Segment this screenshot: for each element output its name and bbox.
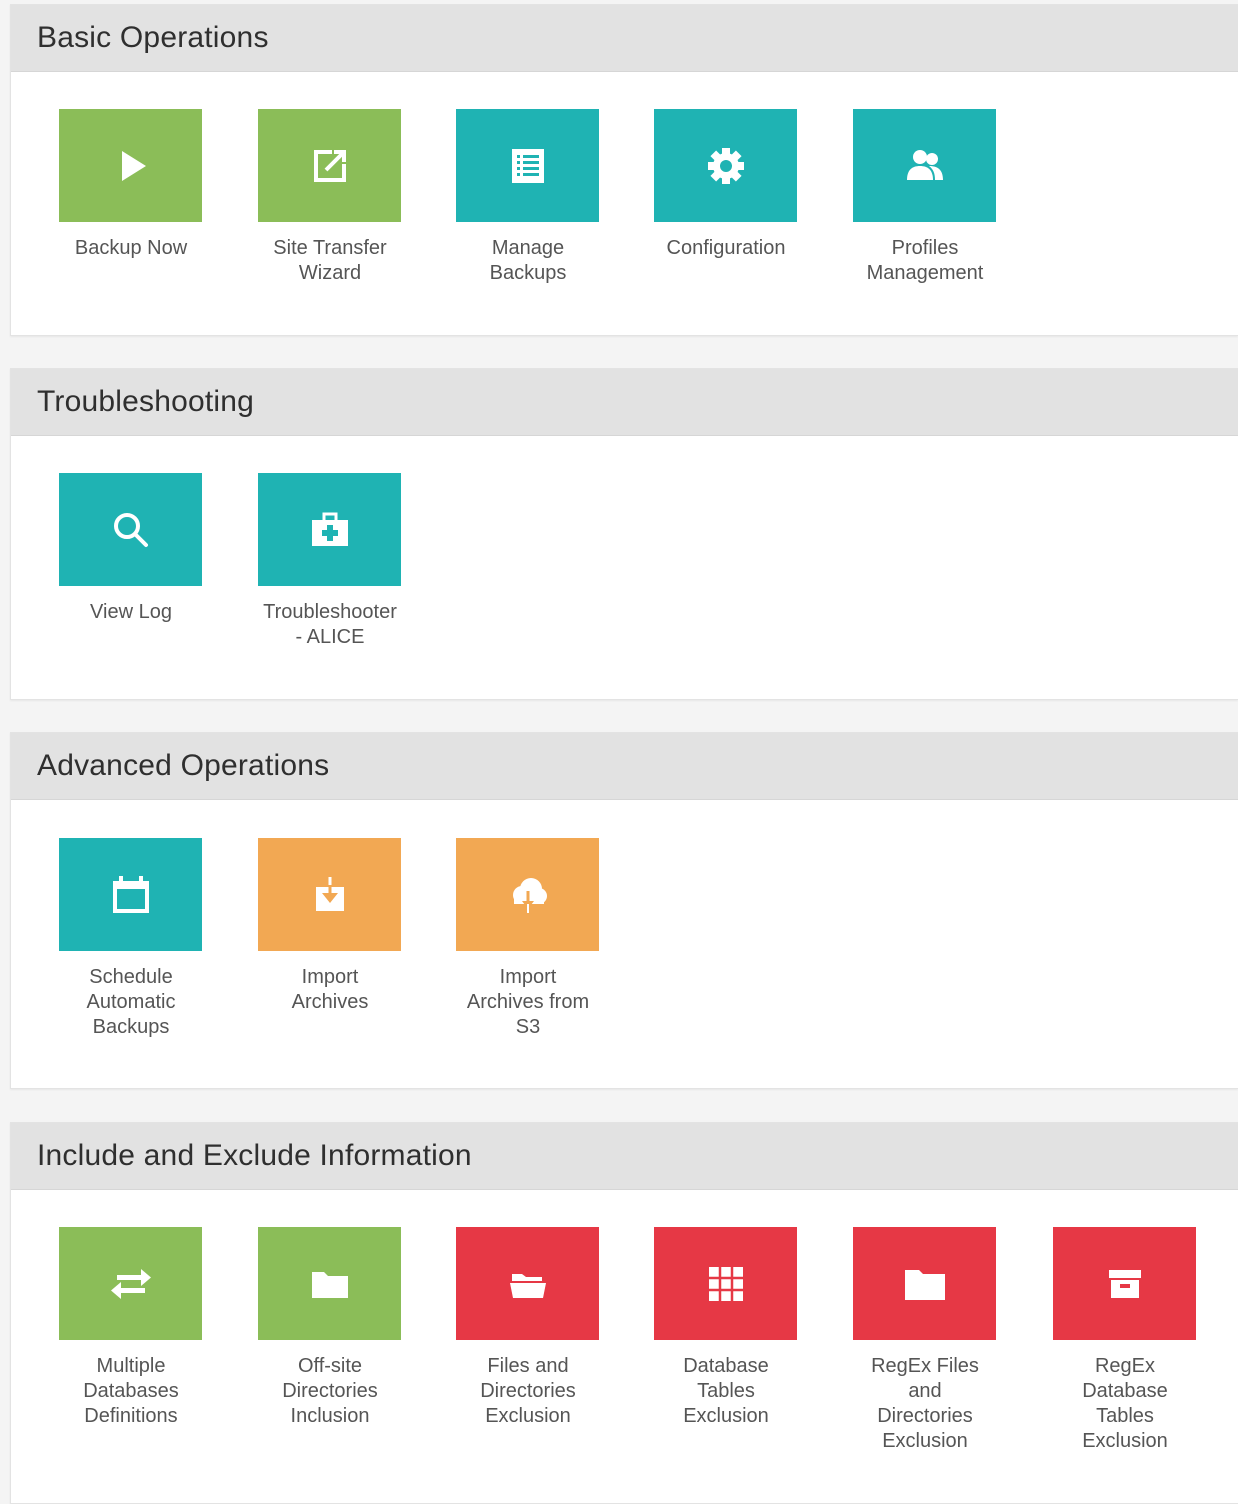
tile-icon-box — [456, 838, 599, 951]
schedule-automatic-backups-button[interactable]: Schedule Automatic Backups — [59, 838, 202, 1040]
section-title: Troubleshooting — [11, 369, 1238, 436]
archive-box-icon — [1108, 1269, 1141, 1298]
tile-icon-box — [258, 473, 401, 586]
regex-files-directories-exclusion-button[interactable]: RegEx Files and Directories Exclusion — [853, 1227, 996, 1454]
folder-open-icon — [509, 1273, 546, 1298]
tile-label: Site Transfer Wizard — [273, 237, 387, 284]
import-archives-from-s3-button[interactable]: Import Archives from S3 — [456, 838, 599, 1040]
troubleshooter-alice-button[interactable]: Troubleshooter - ALICE — [258, 473, 401, 650]
offsite-directories-inclusion-button[interactable]: Off-site Directories Inclusion — [258, 1227, 401, 1429]
tile-label: Import Archives from S3 — [466, 966, 590, 1038]
tile-label: Troubleshooter - ALICE — [263, 601, 397, 648]
section-title: Advanced Operations — [11, 733, 1238, 800]
view-log-button[interactable]: View Log — [59, 473, 202, 625]
play-icon — [121, 150, 146, 181]
tile-icon-box — [456, 1227, 599, 1340]
site-transfer-wizard-button[interactable]: Site Transfer Wizard — [258, 109, 401, 286]
section-advanced-operations: Advanced Operations Schedule Automatic B… — [10, 732, 1238, 1089]
transfer-arrows-icon — [110, 1268, 151, 1299]
list-icon — [511, 148, 544, 183]
tile-label: Import Archives — [291, 966, 369, 1013]
calendar-icon — [112, 875, 149, 913]
multiple-databases-definitions-button[interactable]: Multiple Databases Definitions — [59, 1227, 202, 1429]
tile-icon-box — [59, 1227, 202, 1340]
profiles-management-button[interactable]: Profiles Management — [853, 109, 996, 286]
tile-label: Schedule Automatic Backups — [86, 966, 176, 1038]
tile-icon-box — [258, 1227, 401, 1340]
tile-icon-box — [456, 109, 599, 222]
tile-icon-box — [853, 109, 996, 222]
section-troubleshooting: Troubleshooting View Log Troubleshooter … — [10, 368, 1238, 700]
tile-label: Configuration — [666, 237, 786, 259]
section-include-exclude: Include and Exclude Information Multiple… — [10, 1122, 1238, 1504]
cloud-download-icon — [512, 877, 547, 913]
tile-label: Manage Backups — [489, 237, 567, 284]
table-grid-icon — [708, 1266, 743, 1301]
tile-label: Backup Now — [74, 237, 188, 259]
tile-icon-box — [59, 109, 202, 222]
backup-now-button[interactable]: Backup Now — [59, 109, 202, 261]
configuration-button[interactable]: Configuration — [654, 109, 797, 261]
regex-database-tables-exclusion-button[interactable]: RegEx Database Tables Exclusion — [1053, 1227, 1196, 1454]
tile-label: Multiple Databases Definitions — [83, 1355, 179, 1427]
tile-label: RegEx Files and Directories Exclusion — [871, 1355, 979, 1452]
tile-icon-box — [1053, 1227, 1196, 1340]
external-link-icon — [313, 149, 346, 182]
tile-label: View Log — [90, 601, 172, 623]
gear-icon — [707, 147, 744, 184]
database-tables-exclusion-button[interactable]: Database Tables Exclusion — [654, 1227, 797, 1429]
medkit-icon — [311, 512, 348, 546]
tile-icon-box — [59, 473, 202, 586]
tile-icon-box — [853, 1227, 996, 1340]
folder-icon — [904, 1269, 945, 1300]
section-title: Basic Operations — [11, 5, 1238, 72]
section-title: Include and Exclude Information — [11, 1123, 1238, 1190]
tile-icon-box — [59, 838, 202, 951]
tile-icon-box — [258, 109, 401, 222]
tile-label: Profiles Management — [866, 237, 984, 284]
tile-icon-box — [258, 838, 401, 951]
tile-icon-box — [654, 109, 797, 222]
tile-label: Files and Directories Exclusion — [480, 1355, 576, 1427]
tile-icon-box — [654, 1227, 797, 1340]
tile-label: Off-site Directories Inclusion — [282, 1355, 378, 1427]
import-icon — [315, 876, 344, 911]
tile-label: RegEx Database Tables Exclusion — [1082, 1355, 1168, 1452]
tile-label: Database Tables Exclusion — [683, 1355, 769, 1427]
files-directories-exclusion-button[interactable]: Files and Directories Exclusion — [456, 1227, 599, 1429]
users-icon — [906, 149, 943, 180]
import-archives-button[interactable]: Import Archives — [258, 838, 401, 1015]
search-icon — [113, 512, 148, 547]
manage-backups-button[interactable]: Manage Backups — [456, 109, 599, 286]
folder-icon — [311, 1271, 348, 1298]
section-basic-operations: Basic Operations Backup Now Site Transfe… — [10, 4, 1238, 336]
